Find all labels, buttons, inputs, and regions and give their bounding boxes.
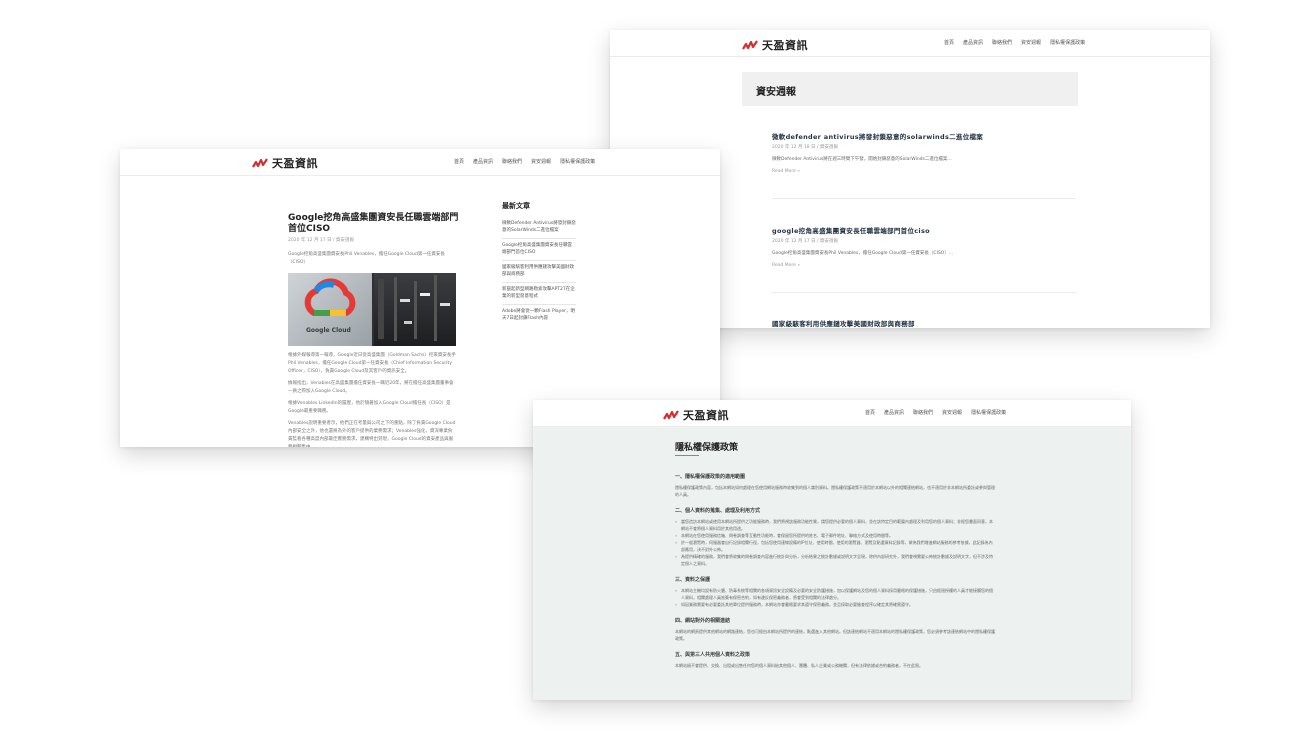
post-title-link[interactable]: 國家級駭客利用供應鏈攻擊美國財政部與商務部 [772,318,1062,328]
brand-name: 天盈資訊 [762,39,808,52]
article-meta: 2020 年 12 月 17 日 / 資安週報 [288,238,354,243]
nav-products[interactable]: 產品資訊 [963,39,983,46]
nav-privacy[interactable]: 隱私權保護政策 [560,158,595,165]
article-paragraph: 據報指出，Venables在高盛集團擔任資安長一職近20年，將在擔任高盛集團董事… [288,381,454,394]
nav-security-weekly[interactable]: 資安週報 [531,158,551,165]
site-header: 天盈資訊 首頁 產品資訊 聯絡我們 資安週報 隱私權保護政策 [120,149,720,176]
read-more-link[interactable]: Read More » [772,169,1062,174]
site-logo[interactable]: 天盈資訊 [663,407,729,423]
recent-post-link[interactable]: 微軟Defender Antivirus將發封鎖惡意的SolarWinds二進位… [502,217,576,239]
post-title-link[interactable]: google挖角高盛集團資安長任職雲端部門首位ciso [772,225,1062,235]
post-item: google挖角高盛集團資安長任職雲端部門首位ciso 2020 年 12 月 … [772,225,1062,268]
article-paragraph: Venables說明重要者示，他們正在考量與公司之下的重點，除了負責Google… [288,421,456,447]
nav-privacy[interactable]: 隱私權保護政策 [1050,39,1085,46]
divider [772,198,1076,199]
article-paragraph: 根據外媒報導第一報導，Google近日從高盛集團（Goldman Sachs）挖… [288,353,456,374]
policy-title: 隱私權保護政策 [675,443,739,453]
page-title: 資安週報 [756,87,796,98]
post-title-link[interactable]: 微軟defender antivirus將發封鎖惡意的solarwinds二進位… [772,131,1062,141]
nav-contact[interactable]: 聯絡我們 [502,158,522,165]
google-cloud-icon [304,278,356,316]
policy-section-heading: 三、資料之保護 [675,577,711,583]
site-logo[interactable]: 天盈資訊 [252,155,318,171]
post-excerpt: Google挖角高盛集團資安長Phil Venables，擔任Google Cl… [772,251,954,256]
read-more-link[interactable]: Read More » [772,263,1062,268]
nav-home[interactable]: 首頁 [454,158,464,165]
nav-products[interactable]: 產品資訊 [884,409,904,416]
site-logo[interactable]: 天盈資訊 [742,37,808,53]
office-photo [374,273,456,346]
post-excerpt: 微軟Defender Antivirus將在週三時間下午發，開始封鎖惡意的Sol… [772,157,952,162]
brand-name: 天盈資訊 [683,409,729,422]
article-intro: Google挖角高盛集團資安長Phil Venables，擔任Google Cl… [288,252,445,265]
nav-contact[interactable]: 聯絡我們 [913,409,933,416]
article-title: Google挖角高盛集團資安長任職雲端部門首位CISO [288,213,459,234]
site-header: 天盈資訊 首頁 產品資訊 聯絡我們 資安週報 隱私權保護政策 [533,400,1131,427]
recent-post-link[interactable]: Google挖角高盛集團資安長任職雲端部門首位CISO [502,239,576,261]
nav-products[interactable]: 產品資訊 [473,158,493,165]
nav-privacy[interactable]: 隱私權保護政策 [971,409,1006,416]
nav-home[interactable]: 首頁 [865,409,875,416]
brand-name: 天盈資訊 [272,157,318,170]
policy-list-item: 於一般瀏覽時，伺服器會自行記錄相關行徑，包括您使用連線設備的IP位址、使用時間、… [675,539,995,553]
policy-section-heading: 五、與第三人共用個人資料之政策 [675,652,751,658]
recent-post-link[interactable]: 國家級駭客利用供應鏈攻擊美國財政部與商務部 [502,261,576,283]
page-title-bar: 資安週報 [742,72,1078,106]
recent-posts-sidebar: 最新文章 微軟Defender Antivirus將發封鎖惡意的SolarWin… [502,201,576,326]
article-paragraph: 根據Venables LinkedIn的履歷，他於隨著加入Google Clou… [288,401,451,414]
nav-security-weekly[interactable]: 資安週報 [1021,39,1041,46]
recent-post-link[interactable]: Adobe將會從一顆Flash Player，明天7日起封鎖Flash內容 [502,305,576,326]
policy-list-item: 本網站在您使用服務信箱、問卷調查等互動性功能時，會保留您所提供的姓名、電子郵件地… [675,532,995,539]
policy-list-item: 當您造訪本網站或使用本網站所提供之功能服務時，我們將視該服務功能性質，請您提供必… [675,518,995,532]
policy-section-heading: 四、網站對外的相關連結 [675,618,731,624]
policy-section-heading: 二、個人資料的蒐集、處理及利用方式 [675,508,761,514]
hero-sign-text: Google Cloud [306,327,351,334]
post-meta: 2020 年 12 月 18 日 / 資安週報 [772,145,838,150]
recent-post-link[interactable]: 新竄起新型網路勒索攻擊APT27在企業的新型惡意程式 [502,283,576,305]
policy-body: 一、隱私權保護政策的適用範圍 隱私權保護政策內容，包括本網站如何處理在您使用網站… [675,464,995,669]
divider [772,292,1076,293]
post-meta: 2020 年 12 月 17 日 / 資安週報 [772,239,838,244]
main-nav: 首頁 產品資訊 聯絡我們 資安週報 隱私權保護政策 [454,158,595,165]
post-item: 國家級駭客利用供應鏈攻擊美國財政部與商務部 [772,318,1062,328]
policy-list-item: 為提供精確的服務，我們會將收集的問卷調查內容進行統計與分析，分析結果之統計數據或… [675,553,995,567]
sidebar-title: 最新文章 [502,202,530,210]
title-underline [675,455,699,456]
logo-mark-icon [252,158,268,168]
policy-paragraph: 隱私權保護政策內容，包括本網站如何處理在您使用網站服務時收集到的個人識別資料。隱… [675,485,995,497]
office-lights-illustration [378,275,450,341]
post-item: 微軟defender antivirus將發封鎖惡意的solarwinds二進位… [772,131,1062,174]
policy-list-item: 如因業務需要有必要委託其他單位提供服務時，本網站亦會嚴格要求其遵守保密義務，並且… [675,601,995,608]
site-header: 天盈資訊 首頁 產品資訊 聯絡我們 資安週報 隱私權保護政策 [610,30,1210,57]
privacy-policy-window: 天盈資訊 首頁 產品資訊 聯絡我們 資安週報 隱私權保護政策 隱私權保護政策 一… [533,400,1131,700]
logo-mark-icon [742,40,758,50]
main-nav: 首頁 產品資訊 聯絡我們 資安週報 隱私權保護政策 [944,39,1085,46]
google-cloud-sign: Google Cloud [288,273,372,346]
nav-security-weekly[interactable]: 資安週報 [942,409,962,416]
nav-contact[interactable]: 聯絡我們 [992,39,1012,46]
logo-mark-icon [663,410,679,420]
policy-section-heading: 一、隱私權保護政策的適用範圍 [675,474,746,480]
policy-list-item: 本網站主機均設有防火牆、防毒系統等相關的各項資訊安全設備及必要的安全防護措施，加… [675,587,995,601]
policy-paragraph: 本網站的網頁提供其他網站的網路連結，您也可經由本網站所提供的連結，點選進入其他網… [675,629,995,641]
main-nav: 首頁 產品資訊 聯絡我們 資安週報 隱私權保護政策 [865,409,1006,416]
nav-home[interactable]: 首頁 [944,39,954,46]
policy-paragraph: 本網站絕不會提供、交換、出租或出售任何您的個人資料給其他個人、團體、私人企業或公… [675,663,923,668]
article-body: 根據外媒報導第一報導，Google近日從高盛集團（Goldman Sachs）挖… [288,352,456,447]
article-hero-image: Google Cloud [288,273,456,346]
